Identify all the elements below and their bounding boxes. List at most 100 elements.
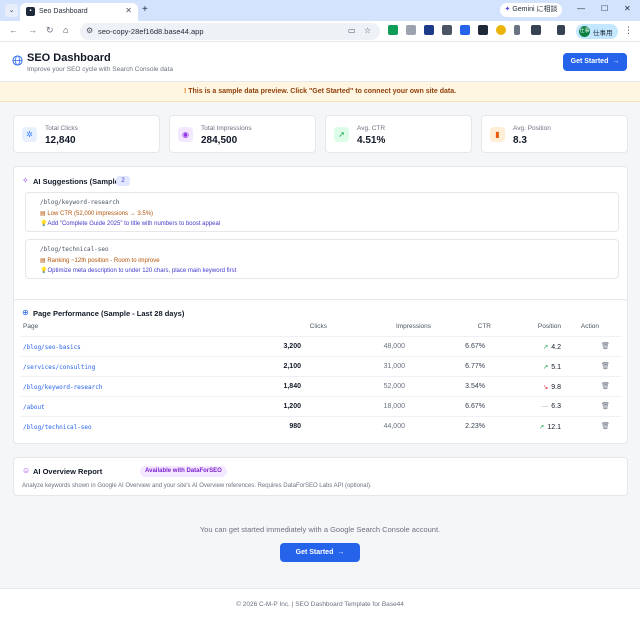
column-header-impressions: Impressions	[395, 323, 431, 330]
browser-tab[interactable]: ▪ Seo Dashboard ✕	[20, 3, 138, 21]
extensions-puzzle-icon[interactable]	[531, 25, 541, 35]
clicks-cell: 1,200	[283, 403, 301, 410]
page-performance-card: ⊕ Page Performance (Sample - Last 28 day…	[13, 299, 628, 444]
position-value: 5.1	[551, 364, 561, 371]
page-link[interactable]: /blog/seo-basics	[23, 344, 81, 351]
extension-blue-icon[interactable]	[424, 25, 434, 35]
page-footer: © 2026 C-M-P Inc. | SEO Dashboard Templa…	[0, 588, 640, 634]
suggestion-issue-text: Ranking ~12th position - Room to improve	[47, 258, 160, 264]
site-favicon-icon: ▪	[26, 7, 35, 16]
impressions-cell: 18,000	[383, 403, 405, 410]
tab-search-button[interactable]: ⌄	[5, 4, 18, 17]
card-title: AI Suggestions (Sample)	[33, 177, 122, 186]
new-tab-button[interactable]: +	[142, 4, 148, 15]
extension-dark-icon[interactable]	[478, 25, 488, 35]
position-cell: ↗ 4.2	[543, 343, 561, 351]
reload-icon[interactable]: ↻	[46, 25, 54, 36]
table-row: /blog/seo-basics 3,200 48,000 6.67% ↗ 4.2…	[21, 336, 621, 356]
suggestion-fix: 💡Add "Complete Guide 2025" to title with…	[40, 220, 220, 227]
delete-icon[interactable]: 🗑	[601, 382, 610, 390]
stat-label: Total Clicks	[45, 125, 78, 132]
trend-up-icon: ↗	[538, 424, 545, 431]
stat-label: Total Impressions	[201, 125, 252, 132]
bookmark-star-icon[interactable]: ☆	[364, 26, 371, 35]
stat-card-impressions: ◉ Total Impressions 284,500	[169, 115, 316, 153]
position-cell: ↗ 5.1	[543, 363, 561, 371]
site-info-icon[interactable]: ⚙	[86, 26, 93, 35]
forward-icon[interactable]: →	[28, 25, 37, 35]
page-link[interactable]: /services/consulting	[23, 364, 95, 371]
column-header-ctr: CTR	[477, 323, 491, 330]
profile-button[interactable]: 仕事 仕事用	[576, 24, 618, 39]
stat-value: 12,840	[45, 135, 76, 146]
url-text[interactable]: seo-copy-28ef16d8.base44.app	[98, 27, 204, 36]
page-link[interactable]: /blog/technical-seo	[23, 424, 92, 431]
clicks-cell: 2,100	[283, 363, 301, 370]
back-icon[interactable]: ←	[9, 25, 18, 35]
table-row: /about 1,200 18,000 6.67% —6.3 🗑	[21, 396, 621, 416]
close-window-icon[interactable]: ✕	[624, 4, 631, 13]
get-started-button[interactable]: Get Started →	[563, 53, 627, 71]
suggestion-issue-text: Low CTR (52,000 impressions → 3.5%)	[47, 211, 154, 217]
browser-toolbar: ← → ↻ ⌂ ⚙ seo-copy-28ef16d8.base44.app ▭…	[0, 21, 640, 42]
browser-tab-bar: ⌄ ▪ Seo Dashboard ✕ + ✦ Gemini に相談 — ☐ ✕	[0, 0, 640, 21]
extension-screenshot-icon[interactable]	[442, 25, 452, 35]
cursor-click-icon: ✲	[22, 127, 37, 142]
delete-icon[interactable]: 🗑	[601, 402, 610, 410]
delete-icon[interactable]: 🗑	[601, 422, 610, 430]
translate-icon[interactable]	[460, 25, 470, 35]
page-link[interactable]: /about	[23, 404, 45, 411]
sparkles-icon: ✧	[22, 176, 29, 185]
position-value: 4.2	[551, 344, 561, 351]
ctr-cell: 3.54%	[465, 383, 485, 390]
robot-icon: ☺	[22, 466, 31, 475]
home-icon[interactable]: ⌂	[63, 25, 68, 35]
cta-text: You can get started immediately with a G…	[199, 525, 441, 534]
suggestion-fix: 💡Optimize meta description to under 120 …	[40, 267, 236, 274]
delete-icon[interactable]: 🗑	[601, 362, 610, 370]
extension-green-icon[interactable]	[388, 25, 398, 35]
page-link[interactable]: /blog/keyword-research	[23, 384, 102, 391]
minimize-icon[interactable]: —	[577, 4, 585, 13]
trend-up-icon: ↗	[542, 364, 549, 371]
page-header: SEO Dashboard Improve your SEO cycle wit…	[0, 43, 640, 82]
tab-title: Seo Dashboard	[39, 8, 88, 15]
cast-icon[interactable]: ▭	[348, 26, 356, 35]
browser-menu-icon[interactable]: ⋮	[624, 25, 633, 36]
microphone-icon[interactable]	[514, 25, 520, 35]
extension-yellow-icon[interactable]	[496, 25, 506, 35]
get-started-bottom-button[interactable]: Get Started →	[280, 543, 360, 562]
stat-label: Avg. Position	[513, 125, 551, 132]
clicks-cell: 980	[289, 423, 301, 430]
position-cell: ↘ 9.8	[543, 383, 561, 391]
impressions-cell: 48,000	[383, 343, 405, 350]
position-cell: —6.3	[542, 403, 561, 410]
banner-text: This is a sample data preview. Click "Ge…	[188, 88, 457, 95]
trend-down-icon: ↘	[542, 384, 549, 391]
get-started-label: Get Started	[570, 58, 609, 65]
close-tab-icon[interactable]: ✕	[125, 6, 132, 15]
trending-up-icon: ↗	[334, 127, 349, 142]
camera-icon[interactable]	[406, 25, 416, 35]
card-title: AI Overview Report	[33, 467, 103, 476]
position-value: 12.1	[547, 424, 561, 431]
footer-text: © 2026 C-M-P Inc. | SEO Dashboard Templa…	[236, 601, 404, 608]
gemini-icon: ✦	[504, 6, 511, 13]
get-started-label: Get Started	[295, 549, 334, 556]
maximize-icon[interactable]: ☐	[601, 4, 608, 13]
stat-label: Avg. CTR	[357, 125, 386, 132]
delete-icon[interactable]: 🗑	[601, 342, 610, 350]
stat-value: 4.51%	[357, 135, 386, 146]
gemini-button[interactable]: ✦ Gemini に相談	[500, 3, 562, 17]
suggestion-item: /blog/technical-seo ▤ Ranking ~12th posi…	[25, 239, 619, 279]
page-subtitle: Improve your SEO cycle with Search Conso…	[27, 66, 173, 73]
card-title: Page Performance (Sample - Last 28 days)	[33, 309, 185, 318]
address-bar[interactable]: ⚙ seo-copy-28ef16d8.base44.app ▭ ☆	[80, 23, 380, 40]
position-value: 9.8	[551, 384, 561, 391]
globe-icon: ⊕	[22, 308, 29, 317]
stat-value: 284,500	[201, 135, 238, 146]
download-icon[interactable]	[557, 25, 565, 35]
globe-icon	[12, 55, 23, 66]
bar-chart-icon: ▮	[490, 127, 505, 142]
suggestion-url: /blog/keyword-research	[40, 199, 120, 206]
